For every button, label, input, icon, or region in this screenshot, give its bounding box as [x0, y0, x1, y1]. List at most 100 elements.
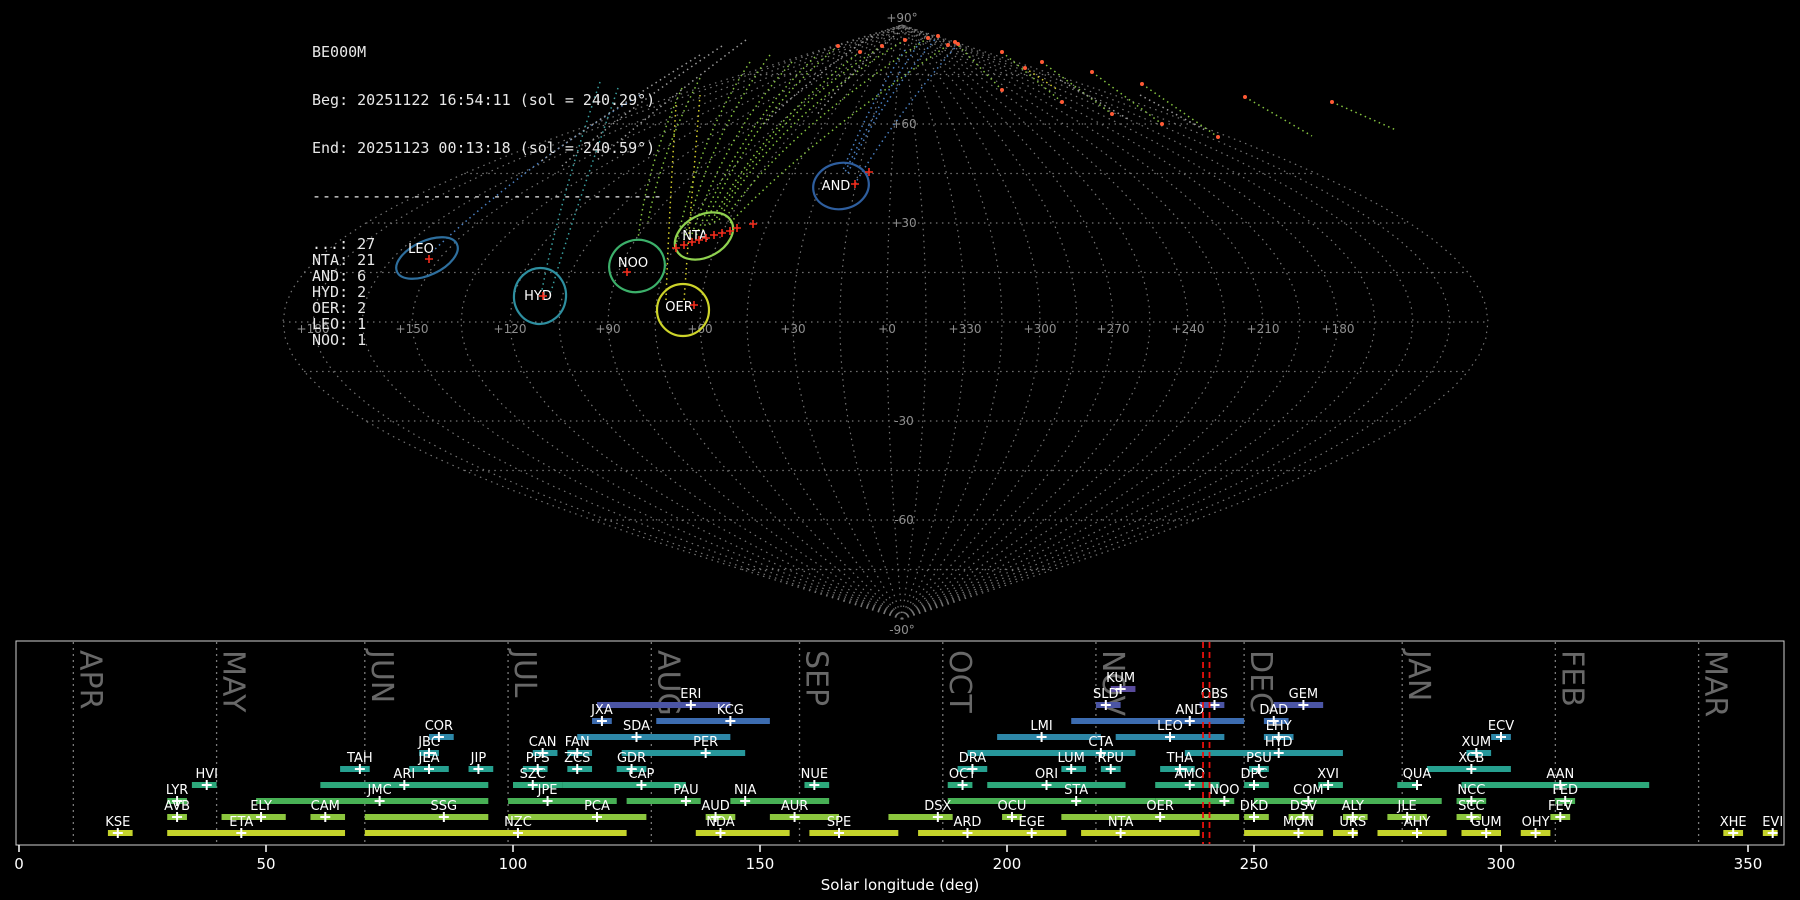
meteor-observation-screen: +180 +150 +120 +90 +60 +30 +0 +330 +300 +270 +240 +… — [0, 0, 1800, 900]
month-label-oct: OCT — [942, 650, 977, 714]
sky-map-and-activity-chart: +180 +150 +120 +90 +60 +30 +0 +330 +300 +270 +240 +… — [14, 11, 1785, 894]
x-axis-tick-label: 50 — [256, 855, 275, 873]
shower-code-label: NCC — [1457, 783, 1485, 798]
month-label-jan: JAN — [1401, 648, 1436, 701]
shower-code-label: FAN — [565, 735, 590, 750]
meteor-plus-marker — [672, 244, 680, 252]
shower-code-label: JXA — [590, 703, 613, 718]
shower-code-label: JBC — [417, 735, 440, 750]
shower-code-label: LMI — [1030, 719, 1052, 734]
activity-chart: APR MAY JUN JUL AUG SEP OCT NOV DEC JAN FEB MARKUME… — [14, 640, 1785, 894]
shower-code-label: JIP — [470, 751, 487, 766]
begin-time-line: Beg: 20251122 16:54:11 (sol = 240.29°) — [312, 91, 656, 109]
shower-bar-jip: JIP — [468, 751, 494, 774]
shower-code-label: NDA — [706, 815, 735, 830]
drift-trail — [1041, 61, 1113, 115]
shower-code-label: ARD — [954, 815, 982, 830]
shower-code-label: OHY — [1522, 815, 1550, 830]
trail-endpoint-dot — [1216, 135, 1220, 139]
shower-code-label: STA — [1064, 783, 1088, 798]
trail-endpoint-dot — [1330, 100, 1334, 104]
shower-bar-kse: KSE — [105, 815, 133, 838]
longitude-label: +330 — [949, 322, 982, 336]
shower-bar-ecv: ECV — [1488, 719, 1514, 742]
shower-bar-evi: EVI — [1762, 815, 1783, 838]
shower-code-label: LUM — [1058, 751, 1085, 766]
shower-code-label: FEV — [1548, 799, 1573, 814]
shower-code-label: AMO — [1175, 767, 1205, 782]
shower-code-label: NOO — [1209, 783, 1239, 798]
shower-code-label: ZCS — [564, 751, 590, 766]
shower-bar-jxa: JXA — [590, 703, 613, 726]
station-id: BE000M — [312, 43, 367, 61]
drift-trail — [1001, 51, 1063, 103]
shower-bar-qua: QUA — [1397, 767, 1431, 790]
shower-code-label: GEM — [1289, 687, 1319, 702]
longitude-label: +210 — [1247, 322, 1280, 336]
shower-code-label: FED — [1552, 783, 1578, 798]
shower-count-list: ...: 27 NTA: 21 AND: 6 HYD: 2 OER: 2 LEO: 1 NO… — [312, 236, 663, 348]
latitude-label: +60 — [891, 117, 916, 131]
longitude-label: +270 — [1097, 322, 1130, 336]
x-axis-tick-label: 150 — [746, 855, 775, 873]
meteor-plus-marker — [718, 229, 726, 237]
trail-endpoint-dot — [1140, 82, 1144, 86]
month-label-may: MAY — [216, 650, 251, 713]
observation-info-panel: BE000M Beg: 20251122 16:54:11 (sol = 240… — [312, 12, 663, 380]
drift-trail — [695, 56, 816, 237]
meteor-plus-marker — [749, 220, 757, 228]
shower-bar-oct: OCT — [947, 767, 976, 790]
shower-code-label: ELY — [250, 799, 272, 814]
month-label-jun: JUN — [364, 648, 399, 703]
meteor-plus-marker — [851, 180, 859, 188]
shower-code-label: NZC — [504, 815, 532, 830]
shower-code-label: HYD — [1265, 735, 1293, 750]
shower-code-label: SCC — [1458, 799, 1484, 814]
shower-code-label: JLE — [1396, 799, 1416, 814]
trail-endpoint-dot — [1160, 122, 1164, 126]
shower-code-label: EVI — [1762, 815, 1783, 830]
shower-code-label: DSV — [1290, 799, 1317, 814]
trail-endpoint-dot — [1000, 88, 1004, 92]
shower-code-label: GDR — [617, 751, 646, 766]
shower-count-item: OER: 2 — [312, 299, 367, 317]
meteor-plus-marker — [710, 231, 718, 239]
shower-code-label: COM — [1293, 783, 1324, 798]
shower-code-label: PCA — [584, 799, 610, 814]
shower-code-label: CTA — [1088, 735, 1113, 750]
shower-code-label: HVI — [195, 767, 218, 782]
shower-count-item: NTA: 21 — [312, 251, 376, 269]
shower-bar-lum: LUM — [1058, 751, 1087, 774]
shower-code-label: MON — [1283, 815, 1314, 830]
drift-trail — [1331, 101, 1397, 131]
drift-trail — [683, 94, 701, 303]
drift-trail — [855, 43, 959, 183]
shower-code-label: AUR — [781, 799, 808, 814]
drift-trail — [842, 49, 906, 171]
shower-code-label: AUD — [701, 799, 729, 814]
shower-code-label: SLD — [1093, 687, 1119, 702]
shower-code-label: AHY — [1404, 815, 1431, 830]
shower-code-label: CAP — [629, 767, 655, 782]
shower-code-label: SDA — [623, 719, 650, 734]
shower-bar-cam: CAM — [310, 799, 346, 822]
shower-count-item: AND: 6 — [312, 267, 367, 285]
shower-code-label: NTA — [1108, 815, 1134, 830]
x-axis-tick-label: 350 — [1734, 855, 1763, 873]
longitude-label: +300 — [1024, 322, 1057, 336]
shower-code-label: JMC — [367, 783, 392, 798]
shower-bar-urs: URS — [1333, 815, 1366, 838]
trail-endpoint-dot — [926, 36, 930, 40]
shower-code-label: OBS — [1201, 687, 1228, 702]
shower-bar-xhe: XHE — [1720, 815, 1747, 838]
shower-code-label: ECV — [1488, 719, 1514, 734]
shower-code-label: COR — [425, 719, 453, 734]
shower-code-label: DKD — [1240, 799, 1269, 814]
shower-code-label: XHE — [1720, 815, 1747, 830]
shower-code-label: SSG — [431, 799, 458, 814]
shower-bar-dkd: DKD — [1240, 799, 1269, 822]
shower-code-label: XCB — [1458, 751, 1484, 766]
trail-endpoint-dot — [1090, 70, 1094, 74]
shower-bar-fev: FEV — [1548, 799, 1573, 822]
shower-bar-ohy: OHY — [1520, 815, 1551, 838]
